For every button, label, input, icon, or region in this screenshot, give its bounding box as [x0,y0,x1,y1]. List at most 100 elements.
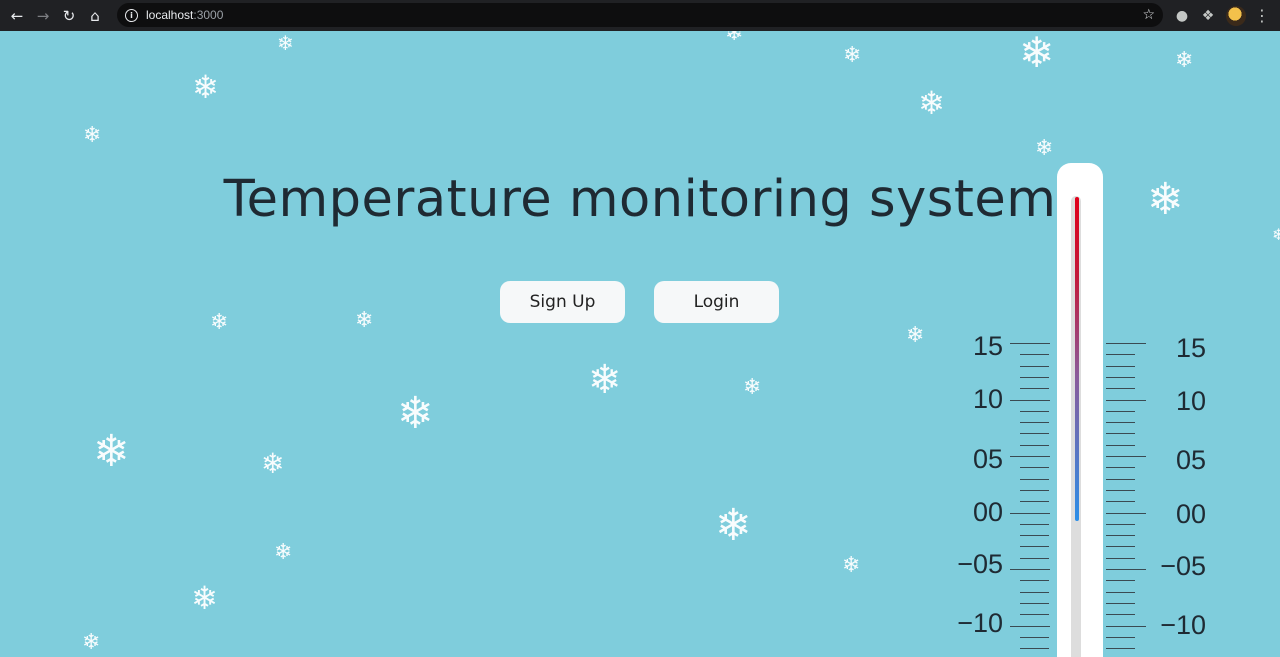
snowflake-icon: ❄ [906,323,925,348]
scale-label-right: 00 [1175,499,1206,529]
thermometer-mercury [1075,197,1079,521]
thermometer-tick-left [1020,445,1049,446]
thermometer-tick-left [1020,479,1049,480]
scale-label-right: 15 [1175,333,1206,363]
thermometer-tick-right [1106,456,1146,457]
thermometer-tick-left [1010,626,1050,627]
thermometer-tick-left [1020,501,1049,502]
thermometer-tick-right [1106,558,1135,559]
thermometer-tick-right [1106,366,1135,367]
signup-button[interactable]: Sign Up [500,281,625,323]
thermometer-tick-left [1020,546,1049,547]
thermometer-tick-left [1010,513,1050,514]
thermometer-tick-right [1106,546,1135,547]
thermometer-tick-left [1020,366,1049,367]
scale-label-left: 10 [972,384,1003,414]
thermometer-tick-right [1106,614,1135,615]
reload-icon[interactable]: ↻ [56,0,82,31]
snowflake-icon: ❄ [588,357,622,403]
thermometer-tick-right [1106,343,1146,344]
snowflake-icon: ❄ [93,426,130,477]
thermometer-tick-left [1020,490,1049,491]
thermometer-tick-left [1020,354,1049,355]
menu-icon[interactable]: ⋮ [1252,0,1272,31]
thermometer-tick-right [1106,603,1135,604]
thermometer-tick-left [1020,524,1049,525]
thermometer-tick-right [1106,411,1135,412]
avatar[interactable] [1226,5,1246,26]
snowflake-icon: ❄ [1019,31,1055,77]
star-icon[interactable]: ☆ [1142,7,1155,23]
snowflake-icon: ❄ [1272,225,1280,244]
thermometer-tick-right [1106,388,1135,389]
thermometer-tick-right [1106,354,1135,355]
snowflake-icon: ❄ [83,123,102,148]
snowflake-icon: ❄ [842,553,861,578]
info-icon[interactable]: i [125,8,138,22]
thermometer-tick-right [1106,433,1135,434]
thermometer-tick-right [1106,626,1146,627]
thermometer-tick-left [1010,456,1050,457]
thermometer-tick-left [1010,569,1050,570]
url-host: localhost [146,8,194,22]
thermometer-tick-left [1010,400,1050,401]
thermometer-tick-left [1020,433,1049,434]
avatar-wrap[interactable] [1225,0,1247,31]
scale-label-left: −10 [957,608,1003,638]
thermometer-tick-right [1106,524,1135,525]
scale-label-left: 05 [972,444,1003,474]
thermometer-tick-right [1106,445,1135,446]
thermometer-tick-right [1106,569,1146,570]
snowflake-icon: ❄ [210,310,229,335]
snowflake-icon: ❄ [1147,174,1184,225]
snowflake-icon: ❄ [843,43,862,68]
home-icon[interactable]: ⌂ [82,0,108,31]
snowflake-icon: ❄ [918,84,945,122]
browser-toolbar: ← → ↻ ⌂ i localhost:3000 ☆ ● ❖ ⋮ [0,0,1280,31]
thermometer-tick-right [1106,648,1135,649]
thermometer-tick-right [1106,592,1135,593]
thermometer-tick-right [1106,501,1135,502]
thermometer-tick-left [1020,592,1049,593]
snowflake-icon: ❄ [725,31,744,46]
snowflake-icon: ❄ [82,630,101,655]
login-button[interactable]: Login [654,281,779,323]
snowflake-icon: ❄ [277,31,294,55]
scale-label-left: −05 [957,549,1003,579]
thermometer-tick-left [1020,603,1049,604]
thermometer-tick-right [1106,580,1135,581]
thermometer-tick-right [1106,467,1135,468]
snowflake-icon: ❄ [743,375,762,400]
snowflake-icon: ❄ [355,308,374,333]
address-bar[interactable]: i localhost:3000 ☆ [117,3,1163,27]
thermometer-tick-right [1106,637,1135,638]
url-text[interactable]: localhost:3000 [146,8,223,22]
snowflake-icon: ❄ [1175,48,1194,73]
scale-label-right: −05 [1160,551,1206,581]
snowflake-icon: ❄ [261,447,285,480]
thermometer-tick-right [1106,490,1135,491]
thermometer-tick-left [1020,467,1049,468]
snowflake-icon: ❄ [191,579,218,617]
thermometer-tick-left [1020,637,1049,638]
scale-label-left: 00 [972,497,1003,527]
thermometer-tick-left [1010,343,1050,344]
forward-icon[interactable]: → [30,0,56,31]
url-port: :3000 [193,8,224,22]
scale-label-right: −10 [1160,610,1206,640]
thermometer-tick-right [1106,422,1135,423]
thermometer-tick-left [1020,377,1049,378]
thermometer-tick-right [1106,479,1135,480]
thermometer-tick-left [1020,535,1049,536]
snowflake-icon: ❄ [192,68,219,106]
thermometer-tick-right [1106,513,1146,514]
thermometer-tick-left [1020,388,1049,389]
thermometer-tick-left [1020,558,1049,559]
thermometer-tick-left [1020,411,1049,412]
thermometer-tick-right [1106,377,1135,378]
extensions-icon[interactable]: ❖ [1198,0,1218,31]
back-icon[interactable]: ← [4,0,30,31]
thermometer-tick-left [1020,422,1049,423]
globe-icon[interactable]: ● [1172,0,1192,31]
thermometer-tick-right [1106,400,1146,401]
